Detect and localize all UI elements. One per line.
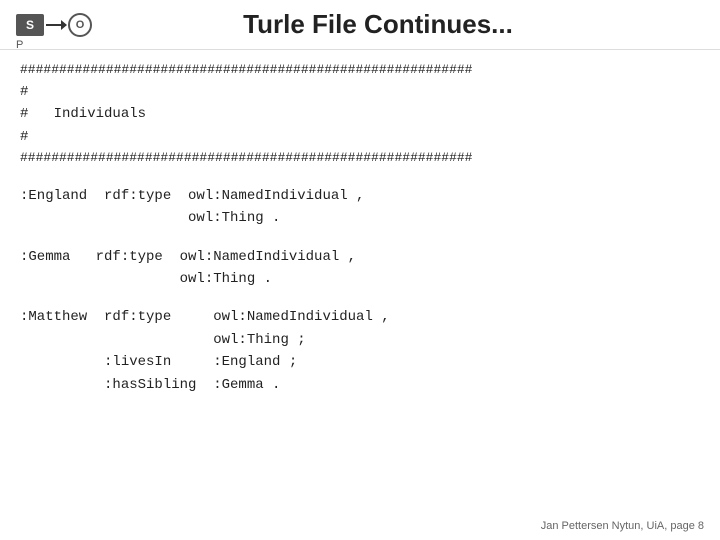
code-content: ########################################…: [0, 50, 720, 406]
gemma-line-2: owl:Thing .: [20, 268, 700, 290]
footer-text: Jan Pettersen Nytun, UiA, page 8: [541, 520, 704, 532]
individuals-text: # Individuals: [20, 103, 146, 125]
england-line-1: :England rdf:type owl:NamedIndividual ,: [20, 185, 700, 207]
comment-blank-1: #: [20, 81, 700, 103]
matthew-line-3: :livesIn :England ;: [20, 351, 700, 373]
matthew-line-2: owl:Thing ;: [20, 329, 700, 351]
o-label: O: [76, 19, 85, 31]
hash-line-2: ########################################…: [20, 148, 700, 169]
footer: Jan Pettersen Nytun, UiA, page 8: [541, 520, 704, 532]
logo-box: S O P: [16, 13, 92, 37]
comment-individuals: # Individuals: [20, 103, 700, 125]
hash-line-1: ########################################…: [20, 60, 700, 81]
s-box: S: [16, 14, 44, 36]
matthew-line-1: :Matthew rdf:type owl:NamedIndividual ,: [20, 306, 700, 328]
matthew-line-4: :hasSibling :Gemma .: [20, 374, 700, 396]
page-title: Turle File Continues...: [112, 9, 644, 40]
arrow-icon: [46, 24, 66, 26]
gemma-line-1: :Gemma rdf:type owl:NamedIndividual ,: [20, 246, 700, 268]
o-box: O: [68, 13, 92, 37]
s-label: S: [26, 18, 34, 32]
comment-blank-2: #: [20, 126, 700, 148]
header: S O P Turle File Continues...: [0, 0, 720, 50]
p-label: P: [16, 39, 23, 51]
logo-area: S O P: [16, 13, 92, 37]
england-line-2: owl:Thing .: [20, 207, 700, 229]
